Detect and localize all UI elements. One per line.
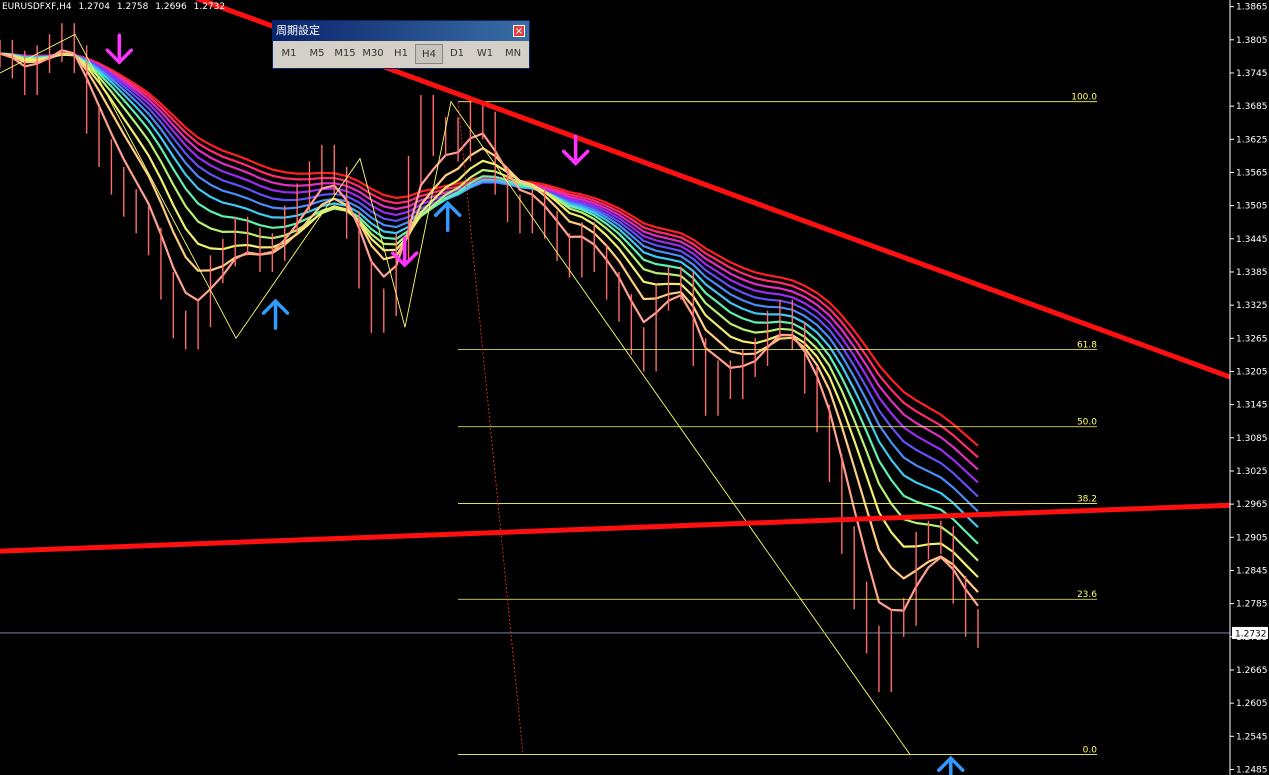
ma-ribbon-line (0, 52, 979, 593)
period-button-m1[interactable]: M1 (275, 44, 303, 64)
y-tick-label: 1.3865 (1236, 3, 1268, 13)
symbol-header: EURUSDFXF,H4 1.2704 1.2758 1.2696 1.2732 (2, 2, 229, 12)
y-tick-label: 1.3025 (1236, 467, 1268, 477)
fib-level-label: 50.0 (1077, 418, 1097, 428)
y-tick-label: 1.2545 (1236, 732, 1268, 742)
y-tick-label: 1.3685 (1236, 102, 1268, 112)
ohlc-high: 1.2758 (116, 2, 149, 12)
fib-anchor-line (457, 101, 524, 755)
ma-ribbon-line (0, 52, 979, 562)
ma-ribbon-line (0, 52, 979, 578)
chart-canvas[interactable]: 100.0 61.8 50.0 38.2 23.6 0.0 1.3865 1.3805 1.37… (0, 0, 1269, 775)
ma-ribbon-line (0, 52, 979, 545)
fib-level-label: 23.6 (1077, 590, 1097, 600)
ma-ribbon-line (0, 52, 979, 513)
period-button-w1[interactable]: W1 (471, 44, 499, 64)
close-icon[interactable]: × (513, 25, 525, 37)
y-tick-label: 1.3805 (1236, 36, 1268, 46)
period-button-h4[interactable]: H4 (415, 44, 443, 64)
fib-level-label: 38.2 (1077, 495, 1097, 505)
price-chart[interactable]: 100.0 61.8 50.0 38.2 23.6 0.0 1.3865 1.3805 1.37… (0, 0, 1269, 775)
y-tick-label: 1.3505 (1236, 202, 1268, 212)
ma-ribbon-line (0, 49, 979, 612)
buy-arrow-icon (433, 200, 462, 232)
y-tick-label: 1.2785 (1236, 600, 1268, 610)
ohlc-low: 1.2696 (155, 2, 187, 12)
period-panel-titlebar[interactable]: 周期設定 × (273, 21, 529, 41)
y-tick-label: 1.3085 (1236, 434, 1268, 444)
y-tick-label: 1.2665 (1236, 666, 1268, 676)
ohlc-open: 1.2704 (78, 2, 111, 12)
fib-level-label: 0.0 (1083, 746, 1098, 756)
ma-ribbon-line (0, 52, 979, 471)
ohlc-close: 1.2732 (193, 2, 226, 12)
buy-arrow-icon (261, 298, 290, 330)
y-tick-label: 1.3145 (1236, 401, 1268, 411)
y-tick-label: 1.2605 (1236, 699, 1268, 709)
period-button-h1[interactable]: H1 (387, 44, 415, 64)
y-tick-label: 1.3205 (1236, 367, 1268, 377)
y-tick-label: 1.3565 (1236, 168, 1268, 178)
y-tick-label: 1.3625 (1236, 135, 1268, 145)
zigzag-line (0, 33, 911, 755)
ma-ribbon-line (0, 52, 979, 528)
current-price-label: 1.2732 (1235, 629, 1267, 639)
period-panel-title: 周期設定 (276, 24, 320, 37)
y-tick-label: 1.3745 (1236, 69, 1268, 79)
sell-arrow-icon (105, 33, 134, 65)
symbol-label: EURUSDFXF,H4 (2, 2, 72, 12)
period-button-m5[interactable]: M5 (303, 44, 331, 64)
price-axis (1230, 0, 1269, 775)
period-button-d1[interactable]: D1 (443, 44, 471, 64)
period-button-row: M1 M5 M15 M30 H1 H4 D1 W1 MN (273, 41, 529, 67)
y-tick-label: 1.3385 (1236, 268, 1268, 278)
buy-arrow-icon (937, 755, 965, 775)
period-button-m30[interactable]: M30 (359, 44, 387, 64)
y-tick-label: 1.3325 (1236, 301, 1268, 311)
y-tick-label: 1.2485 (1236, 765, 1268, 775)
period-button-m15[interactable]: M15 (331, 44, 359, 64)
y-tick-label: 1.2905 (1236, 533, 1268, 543)
y-tick-label: 1.2845 (1236, 566, 1268, 576)
fib-level-label: 61.8 (1077, 340, 1097, 350)
trendline (0, 502, 1231, 554)
y-tick-label: 1.3265 (1236, 334, 1268, 344)
y-tick-label: 1.3445 (1236, 235, 1268, 245)
y-tick-label: 1.2965 (1236, 500, 1268, 510)
fib-level-label: 100.0 (1071, 93, 1097, 103)
period-button-mn[interactable]: MN (499, 44, 527, 64)
period-settings-panel[interactable]: 周期設定 × M1 M5 M15 M30 H1 H4 D1 W1 MN (272, 20, 530, 69)
